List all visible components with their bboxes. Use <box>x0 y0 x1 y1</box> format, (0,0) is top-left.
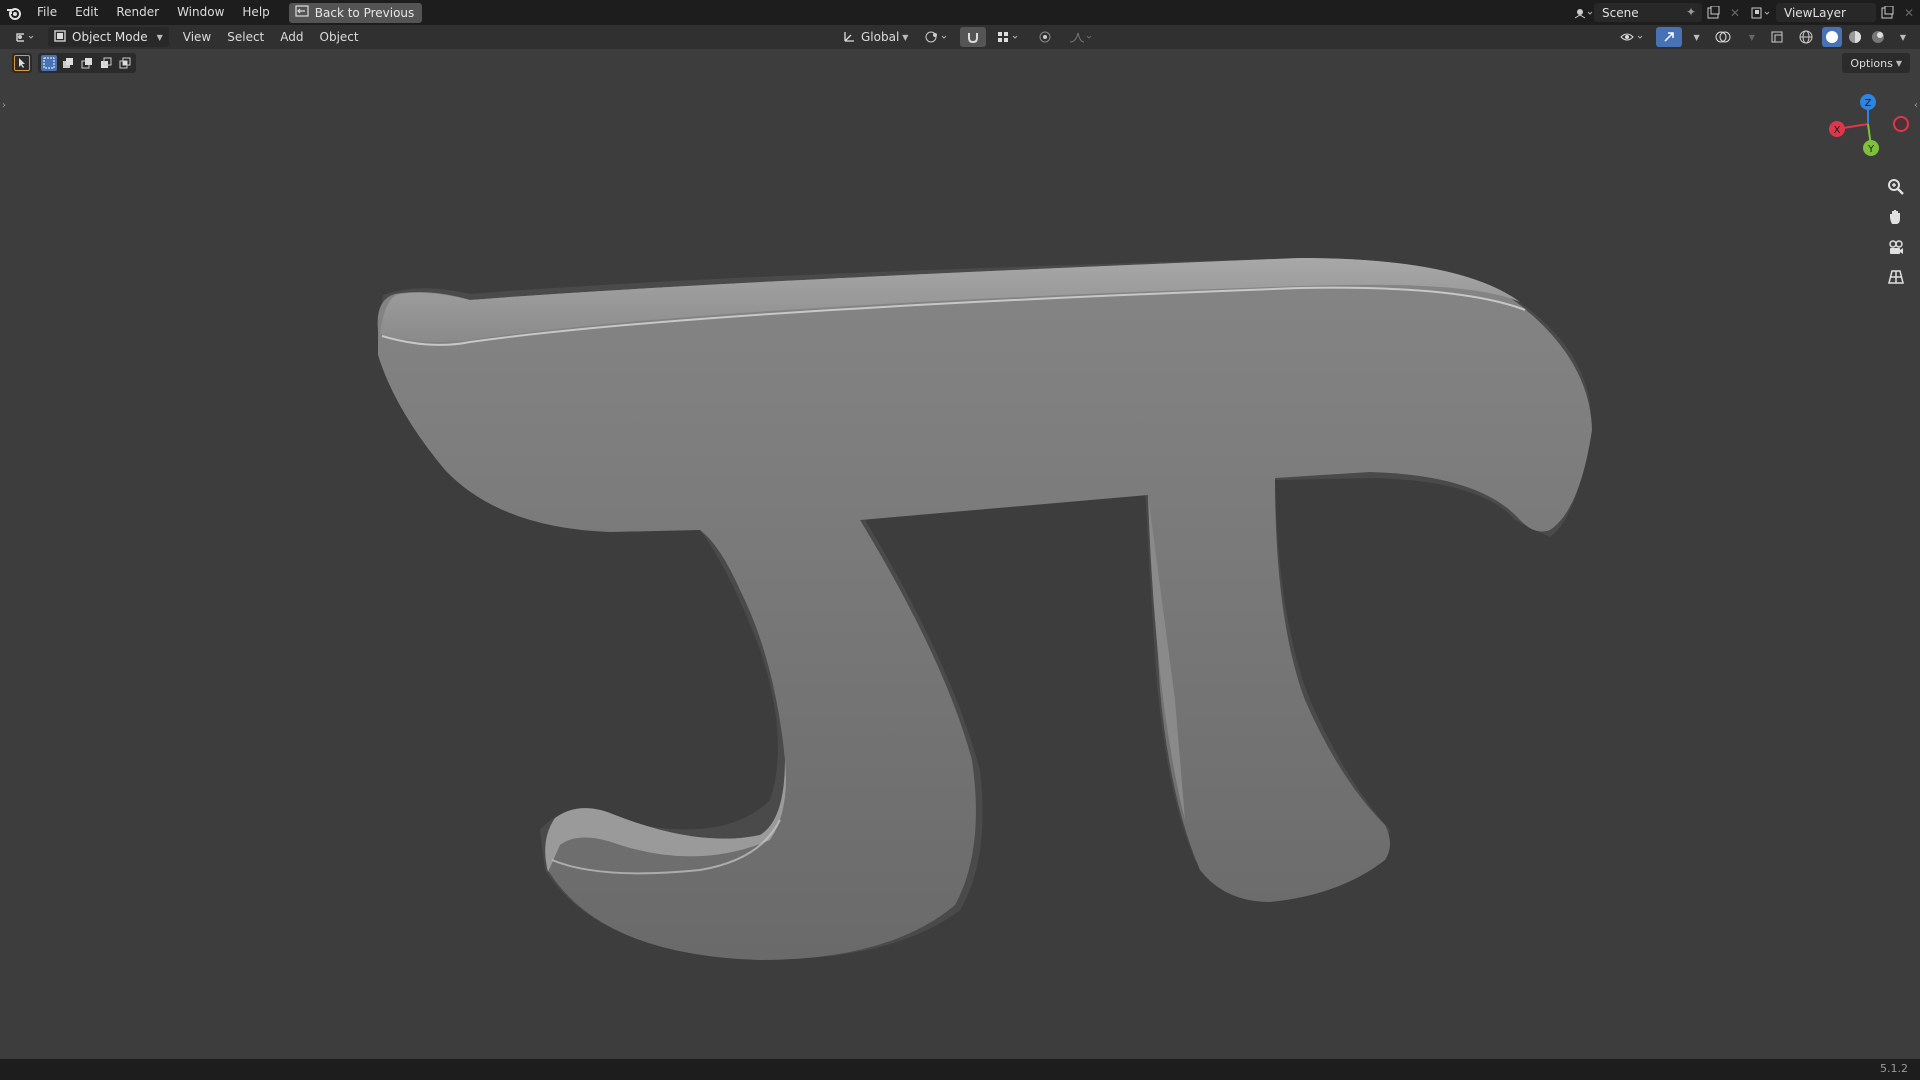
select-tool-box <box>12 53 32 73</box>
back-to-previous-label: Back to Previous <box>314 5 415 20</box>
pi-symbol-mesh[interactable] <box>377 258 1593 960</box>
menu-window[interactable]: Window <box>168 0 233 25</box>
snap-toggle[interactable] <box>960 27 987 47</box>
select-new-icon[interactable] <box>41 55 57 71</box>
view-layer-name: ViewLayer <box>1784 5 1846 20</box>
select-intersect-icon[interactable] <box>117 55 133 71</box>
overlays-toggle[interactable] <box>1709 27 1737 47</box>
xray-toggle[interactable] <box>1764 27 1790 47</box>
snap-target-dropdown[interactable] <box>990 27 1028 47</box>
delete-scene-icon[interactable]: ✕ <box>1724 3 1746 22</box>
3d-viewport[interactable] <box>0 49 1920 1059</box>
svg-text:Z: Z <box>1865 98 1872 109</box>
viewport-display-tools: ▼ ▼ ▼ <box>1613 27 1912 47</box>
svg-text:X: X <box>1834 125 1841 136</box>
chevron-down-icon: ▼ <box>1748 32 1755 42</box>
toolbar-expand-icon[interactable]: › <box>2 100 6 111</box>
view-layer-name-field[interactable]: ViewLayer <box>1776 3 1876 22</box>
transform-orientation-dropdown[interactable]: Global ▼ <box>836 27 914 47</box>
orientation-icon <box>842 29 856 46</box>
chevron-down-icon: ▼ <box>156 32 163 42</box>
select-subtract-icon[interactable] <box>79 55 95 71</box>
material-shading-button[interactable] <box>1845 27 1865 47</box>
gizmo-y-axis[interactable]: Y <box>1863 140 1879 156</box>
overlays-dropdown[interactable]: ▼ <box>1740 27 1761 47</box>
solid-shading-button[interactable] <box>1821 27 1842 47</box>
options-dropdown[interactable]: Options ▼ <box>1842 53 1910 73</box>
visibility-dropdown[interactable] <box>1613 27 1653 47</box>
chevron-down-icon: ▼ <box>902 32 909 42</box>
pan-hand-icon[interactable] <box>1882 206 1910 228</box>
menu-help[interactable]: Help <box>233 0 278 25</box>
chevron-down-icon: ▼ <box>1693 32 1700 42</box>
blender-logo-icon[interactable] <box>0 0 28 25</box>
select-invert-icon[interactable] <box>98 55 114 71</box>
top-menu-bar: File Edit Render Window Help Back to Pre… <box>0 0 1920 25</box>
gizmo-x-axis[interactable]: X <box>1829 121 1845 137</box>
new-scene-icon[interactable] <box>1702 3 1724 22</box>
chevron-down-icon: ▼ <box>1895 58 1902 68</box>
menu-view[interactable]: View <box>177 27 217 47</box>
pin-icon[interactable]: ✦ <box>1686 5 1696 19</box>
scene-name-field[interactable]: Scene ✦ <box>1594 3 1702 22</box>
zoom-icon[interactable] <box>1882 176 1910 198</box>
proportional-falloff-dropdown[interactable] <box>1062 27 1100 47</box>
gizmo-toggle[interactable] <box>1655 27 1682 47</box>
options-label: Options <box>1850 56 1893 70</box>
back-icon <box>295 5 309 20</box>
proportional-editing-toggle[interactable] <box>1032 27 1058 47</box>
gizmo-z-axis[interactable]: Z <box>1860 94 1876 110</box>
cursor-select-icon[interactable] <box>14 55 30 71</box>
menu-select[interactable]: Select <box>221 27 270 47</box>
svg-text:Y: Y <box>1867 144 1875 155</box>
perspective-toggle-icon[interactable] <box>1882 266 1910 288</box>
scene-selector-icon[interactable] <box>1572 3 1594 22</box>
blender-version: 5.1.2 <box>1880 1062 1908 1075</box>
menu-object[interactable]: Object <box>314 27 365 47</box>
gizmo-dropdown[interactable]: ▼ <box>1685 27 1706 47</box>
menu-edit[interactable]: Edit <box>66 0 107 25</box>
delete-view-layer-icon[interactable]: ✕ <box>1898 3 1920 22</box>
menu-file[interactable]: File <box>28 0 66 25</box>
wireframe-shading-button[interactable] <box>1793 27 1819 47</box>
menu-add[interactable]: Add <box>274 27 309 47</box>
select-extend-icon[interactable] <box>60 55 76 71</box>
navigation-gizmo[interactable]: Z X Y <box>1820 90 1920 170</box>
orientation-label: Global <box>861 30 900 44</box>
tool-settings-row <box>12 53 136 73</box>
shading-dropdown[interactable]: ▼ <box>1891 27 1912 47</box>
status-bar: 5.1.2 <box>0 1059 1920 1080</box>
transform-tools-group: Global ▼ <box>836 27 1100 47</box>
new-view-layer-icon[interactable] <box>1876 3 1898 22</box>
viewport-nav-buttons <box>1882 176 1910 288</box>
back-to-previous-button[interactable]: Back to Previous <box>288 2 423 23</box>
selection-mode-group <box>38 53 136 73</box>
object-mode-dropdown[interactable]: Object Mode ▼ <box>48 27 169 47</box>
view-layer-selector-icon[interactable] <box>1746 3 1776 22</box>
topbar-right-group: Scene ✦ ✕ ViewLayer ✕ <box>1572 0 1920 25</box>
scene-name: Scene <box>1602 5 1639 20</box>
object-mode-label: Object Mode <box>72 30 148 44</box>
object-mode-icon <box>54 29 66 45</box>
chevron-down-icon: ▼ <box>1899 32 1906 42</box>
editor-type-icon[interactable] <box>8 27 44 47</box>
viewport-header: Object Mode ▼ View Select Add Object Glo… <box>0 25 1920 49</box>
rendered-shading-button[interactable] <box>1868 27 1888 47</box>
camera-view-icon[interactable] <box>1882 236 1910 258</box>
menu-render[interactable]: Render <box>107 0 168 25</box>
pivot-point-dropdown[interactable] <box>918 27 956 47</box>
